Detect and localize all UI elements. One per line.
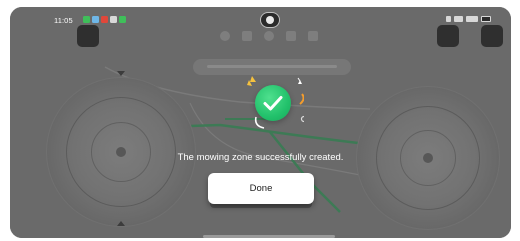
success-illustration xyxy=(238,72,304,132)
back-button xyxy=(77,25,99,47)
battery-icon xyxy=(481,16,491,22)
chat-icon xyxy=(119,16,126,23)
success-check-icon xyxy=(255,85,291,121)
settings-button xyxy=(481,25,503,47)
app-icon xyxy=(110,16,117,23)
bluetooth-icon xyxy=(446,16,451,22)
email-icon xyxy=(101,16,108,23)
map-tool-button xyxy=(437,25,459,47)
messages-icon xyxy=(83,16,90,23)
joystick-down-marker xyxy=(117,221,125,226)
notification-icons xyxy=(83,16,126,23)
home-indicator[interactable] xyxy=(203,235,335,238)
clock: 11:05 xyxy=(54,16,73,25)
system-icons xyxy=(446,16,491,22)
map-toolbar xyxy=(220,31,318,41)
camera-cutout-icon xyxy=(260,12,280,28)
maps-icon xyxy=(92,16,99,23)
success-message: The mowing zone successfully created. xyxy=(177,152,344,163)
joystick-up-marker xyxy=(117,71,125,76)
wifi-icon xyxy=(454,16,463,22)
signal-icon xyxy=(466,16,478,22)
status-bar: 11:05 xyxy=(10,7,511,28)
done-button[interactable]: Done xyxy=(208,173,314,204)
